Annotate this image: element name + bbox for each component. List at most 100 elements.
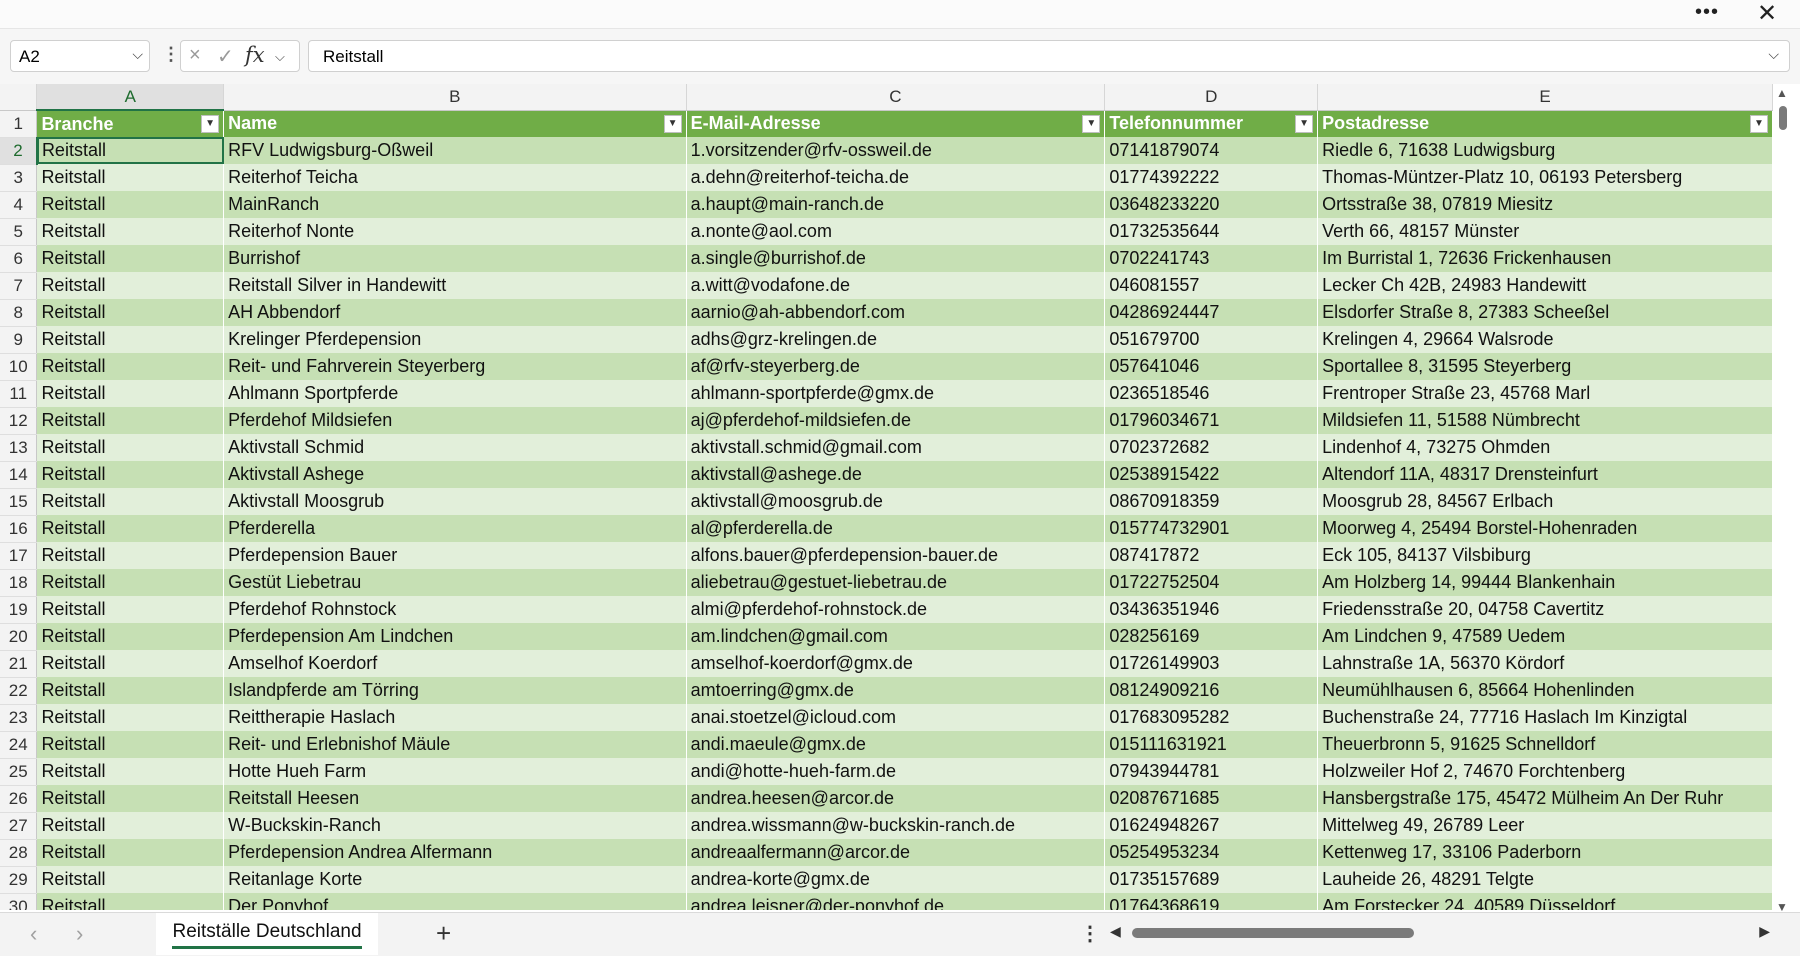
table-cell[interactable]: Pferdepension Am Lindchen — [223, 623, 687, 650]
table-cell[interactable]: 01722752504 — [1104, 569, 1319, 596]
table-cell[interactable]: 01774392222 — [1104, 164, 1319, 191]
table-cell[interactable]: Der Ponyhof — [223, 893, 687, 910]
table-cell[interactable]: Islandpferde am Törring — [223, 677, 687, 704]
filter-dropdown-icon[interactable]: ▼ — [201, 115, 220, 133]
row-header[interactable]: 8 — [0, 299, 38, 327]
active-cell[interactable]: Reitstall — [36, 137, 225, 164]
row-header[interactable]: 12 — [0, 407, 38, 435]
column-header-a[interactable]: A — [36, 84, 225, 111]
table-cell[interactable]: Reitstall — [36, 299, 225, 326]
table-cell[interactable]: Riedle 6, 71638 Ludwigsburg — [1317, 137, 1773, 164]
table-cell[interactable]: am.lindchen@gmail.com — [686, 623, 1106, 650]
table-cell[interactable]: Aktivstall Ashege — [223, 461, 687, 488]
table-cell[interactable]: 01735157689 — [1104, 866, 1319, 893]
table-cell[interactable]: Pferdepension Bauer — [223, 542, 687, 569]
table-cell[interactable]: aktivstall@moosgrub.de — [686, 488, 1106, 515]
table-cell[interactable]: ahlmann-sportpferde@gmx.de — [686, 380, 1106, 407]
table-cell[interactable]: andreaalfermann@arcor.de — [686, 839, 1106, 866]
scroll-right-icon[interactable]: ▶ — [1759, 923, 1770, 940]
next-sheet-icon[interactable]: › — [76, 921, 83, 947]
table-cell[interactable]: 03648233220 — [1104, 191, 1319, 218]
table-cell[interactable]: aktivstall.schmid@gmail.com — [686, 434, 1106, 461]
more-options-icon[interactable]: ••• — [1692, 2, 1722, 26]
table-cell[interactable]: Reitstall — [36, 218, 225, 245]
table-cell[interactable]: RFV Ludwigsburg-Oßweil — [223, 137, 687, 164]
table-cell[interactable]: 028256169 — [1104, 623, 1319, 650]
sheet-tab-reitstaelle[interactable]: Reitställe Deutschland — [156, 913, 378, 955]
table-cell[interactable]: MainRanch — [223, 191, 687, 218]
table-cell[interactable]: Reitanlage Korte — [223, 866, 687, 893]
table-cell[interactable]: Reitstall — [36, 866, 225, 893]
table-cell[interactable]: Hansbergstraße 175, 45472 Mülheim An Der… — [1317, 785, 1773, 812]
row-header[interactable]: 20 — [0, 623, 38, 651]
filter-dropdown-icon[interactable]: ▼ — [1750, 114, 1768, 133]
table-cell[interactable]: andrea.wissmann@w-buckskin-ranch.de — [686, 812, 1106, 839]
table-cell[interactable]: 02538915422 — [1104, 461, 1319, 488]
table-cell[interactable]: Reiterhof Teicha — [223, 164, 687, 191]
table-cell[interactable]: 0702241743 — [1104, 245, 1319, 272]
row-header[interactable]: 23 — [0, 704, 38, 732]
table-cell[interactable]: Reitstall — [36, 839, 225, 866]
row-header[interactable]: 27 — [0, 812, 38, 840]
table-cell[interactable]: Reitstall — [36, 434, 225, 461]
column-header-b[interactable]: B — [223, 84, 687, 111]
table-cell[interactable]: Reitstall — [36, 704, 225, 731]
row-header[interactable]: 26 — [0, 785, 38, 813]
row-header[interactable]: 30 — [0, 893, 38, 910]
table-cell[interactable]: Altendorf 11A, 48317 Drensteinfurt — [1317, 461, 1773, 488]
select-all-corner[interactable] — [0, 84, 38, 111]
row-header[interactable]: 2 — [0, 137, 38, 165]
table-cell[interactable]: a.haupt@main-ranch.de — [686, 191, 1106, 218]
vertical-dots-icon[interactable]: ⋮ — [162, 44, 180, 65]
table-cell[interactable]: amselhof-koerdorf@gmx.de — [686, 650, 1106, 677]
table-cell[interactable]: 051679700 — [1104, 326, 1319, 353]
table-cell[interactable]: Am Lindchen 9, 47589 Uedem — [1317, 623, 1773, 650]
row-header[interactable]: 14 — [0, 461, 38, 489]
table-header-cell[interactable]: Branche ▼ — [36, 110, 225, 137]
table-cell[interactable]: Moosgrub 28, 84567 Erlbach — [1317, 488, 1773, 515]
table-cell[interactable]: Frentroper Straße 23, 45768 Marl — [1317, 380, 1773, 407]
table-cell[interactable]: Verth 66, 48157 Münster — [1317, 218, 1773, 245]
table-cell[interactable]: Sportallee 8, 31595 Steyerberg — [1317, 353, 1773, 380]
horizontal-scrollbar[interactable]: ◀ ▶ — [1110, 923, 1770, 943]
filter-dropdown-icon[interactable]: ▼ — [663, 114, 682, 133]
table-cell[interactable]: 08124909216 — [1104, 677, 1319, 704]
filter-dropdown-icon[interactable]: ▼ — [1295, 114, 1314, 133]
table-cell[interactable]: Im Burristal 1, 72636 Frickenhausen — [1317, 245, 1773, 272]
table-cell[interactable]: Lahnstraße 1A, 56370 Kördorf — [1317, 650, 1773, 677]
row-header[interactable]: 28 — [0, 839, 38, 867]
table-cell[interactable]: 03436351946 — [1104, 596, 1319, 623]
row-header[interactable]: 21 — [0, 650, 38, 678]
table-cell[interactable]: Reitstall — [36, 245, 225, 272]
table-cell[interactable]: Reiterhof Nonte — [223, 218, 687, 245]
table-cell[interactable]: Aktivstall Schmid — [223, 434, 687, 461]
add-sheet-button[interactable]: + — [436, 918, 451, 949]
row-header[interactable]: 4 — [0, 191, 38, 219]
column-header-e[interactable]: E — [1317, 84, 1773, 111]
table-cell[interactable]: Kettenweg 17, 33106 Paderborn — [1317, 839, 1773, 866]
table-cell[interactable]: Friedensstraße 20, 04758 Cavertitz — [1317, 596, 1773, 623]
table-cell[interactable]: 015111631921 — [1104, 731, 1319, 758]
table-cell[interactable]: Reitstall — [36, 569, 225, 596]
column-header-d[interactable]: D — [1104, 84, 1319, 111]
table-cell[interactable]: andi.maeule@gmx.de — [686, 731, 1106, 758]
table-cell[interactable]: anai.stoetzel@icloud.com — [686, 704, 1106, 731]
row-header[interactable]: 19 — [0, 596, 38, 624]
table-cell[interactable]: Reit- und Erlebnishof Mäule — [223, 731, 687, 758]
row-header[interactable]: 29 — [0, 866, 38, 894]
table-cell[interactable]: 015774732901 — [1104, 515, 1319, 542]
table-cell[interactable]: Lauheide 26, 48291 Telgte — [1317, 866, 1773, 893]
table-cell[interactable]: Reitstall — [36, 542, 225, 569]
row-header[interactable]: 13 — [0, 434, 38, 462]
row-header[interactable]: 11 — [0, 380, 38, 408]
table-cell[interactable]: a.nonte@aol.com — [686, 218, 1106, 245]
table-cell[interactable]: 01796034671 — [1104, 407, 1319, 434]
table-cell[interactable]: Moorweg 4, 25494 Borstel-Hohenraden — [1317, 515, 1773, 542]
table-header-cell[interactable]: Name ▼ — [223, 110, 687, 137]
table-cell[interactable]: Amselhof Koerdorf — [223, 650, 687, 677]
table-cell[interactable]: Reitstall — [36, 407, 225, 434]
table-cell[interactable]: Reitstall — [36, 515, 225, 542]
table-cell[interactable]: Gestüt Liebetrau — [223, 569, 687, 596]
filter-dropdown-icon[interactable]: ▼ — [1082, 114, 1101, 133]
table-cell[interactable]: Ahlmann Sportpferde — [223, 380, 687, 407]
